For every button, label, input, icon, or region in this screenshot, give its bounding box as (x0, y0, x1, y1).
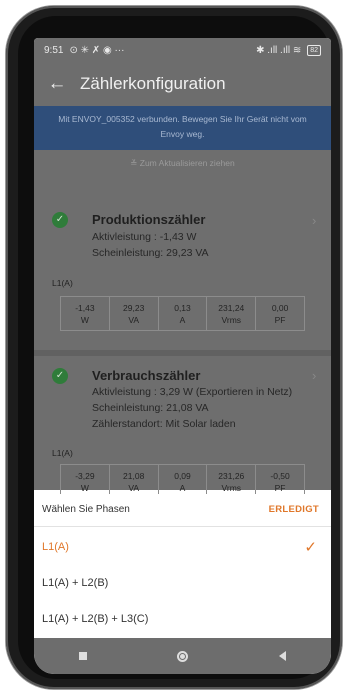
option-label: L1(A) + L2(B) + L3(C) (42, 613, 149, 625)
option-label: L1(A) + L2(B) (42, 577, 109, 589)
check-circle-icon: ✓ (52, 212, 68, 228)
phone-screen: 9:51 ⊙ ✳ ✗ ◉ ··· ✱ .ıll .ıll ≋ 82 ← Zähl… (34, 38, 331, 674)
sheet-title: Wählen Sie Phasen (42, 504, 130, 515)
option-label: L1(A) (42, 541, 69, 553)
connection-banner: Mit ENVOY_005352 verbunden. Bewegen Sie … (34, 106, 331, 150)
values-table: -1,43 W 29,23 VA 0,13 A 231,24 Vrms 0,00 PF (60, 296, 305, 331)
meter-detail-line: Aktivleistung : -1,43 W (92, 231, 197, 243)
meter-name: Produktionszähler (92, 212, 206, 227)
phase-option-l1-l2[interactable]: L1(A) + L2(B) (34, 566, 331, 602)
page-title: Zählerkonfiguration (80, 74, 226, 93)
pull-to-refresh-hint: ≚ Zum Aktualisieren ziehen (34, 158, 331, 169)
meter-name: Verbrauchszähler (92, 368, 201, 383)
banner-line-2: Envoy weg. (160, 129, 205, 139)
meter-detail-line: Scheinleistung: 21,08 VA (92, 402, 209, 414)
battery-icon: 82 (307, 44, 321, 56)
meter-detail-line: Zählerstandort: Mit Solar laden (92, 418, 236, 430)
back-arrow-icon[interactable]: ← (42, 73, 72, 95)
phase-option-l1-l2-l3[interactable]: L1(A) + L2(B) + L3(C) (34, 602, 331, 638)
system-nav-bar (34, 638, 331, 674)
status-bar: 9:51 ⊙ ✳ ✗ ◉ ··· ✱ .ıll .ıll ≋ 82 (34, 38, 331, 62)
recents-square-icon[interactable] (79, 652, 88, 660)
value-cell: 29,23 VA (110, 297, 159, 330)
status-time: 9:51 (44, 44, 64, 56)
sheet-header: Wählen Sie Phasen ERLEDIGT (34, 494, 331, 527)
check-mark-icon: ✓ (304, 539, 317, 556)
value-cell: 0,13 A (159, 297, 208, 330)
pull-hint-text: Zum Aktualisieren ziehen (139, 158, 235, 168)
check-circle-icon: ✓ (52, 368, 68, 384)
phase-selection-sheet: Wählen Sie Phasen ERLEDIGT L1(A) ✓ L1(A)… (34, 494, 331, 638)
phase-option-l1[interactable]: L1(A) ✓ (34, 530, 331, 566)
value-cell: 0,00 PF (271, 302, 289, 325)
meter-list: ≚ Zum Aktualisieren ziehen ✓ Produktions… (34, 150, 331, 499)
home-circle-icon[interactable] (177, 650, 189, 662)
chevron-right-icon: › (312, 213, 317, 228)
meter-detail-line: Scheinleistung: 29,23 VA (92, 247, 209, 259)
done-button[interactable]: ERLEDIGT (269, 504, 319, 515)
phase-label: L1(A) (52, 448, 73, 458)
phase-label: L1(A) (52, 278, 73, 288)
app-bar: ← Zählerkonfiguration (34, 62, 331, 106)
signal-icons: ✱ .ıll .ıll ≋ (256, 44, 302, 56)
banner-line-1: Mit ENVOY_005352 verbunden. Bewegen Sie … (58, 114, 307, 124)
chevron-right-icon: › (312, 368, 317, 383)
notification-icons: ⊙ ✳ ✗ ◉ ··· (69, 44, 125, 56)
section-divider (34, 350, 331, 356)
double-chevron-down-icon: ≚ (130, 158, 138, 168)
value-cell: 231,24 Vrms (207, 297, 257, 330)
back-triangle-icon[interactable] (278, 651, 286, 661)
meter-detail-line: Aktivleistung : 3,29 W (Exportieren in N… (92, 386, 293, 398)
value-cell: -1,43 W (61, 297, 110, 330)
